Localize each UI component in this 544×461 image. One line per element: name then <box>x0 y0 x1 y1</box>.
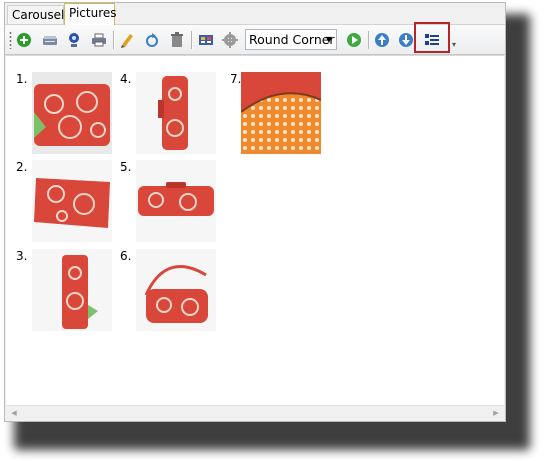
picture-thumbnail[interactable] <box>136 72 216 154</box>
pictures-panel: Carousel Pictures Round Corner ▼ ▾ 1. 2.… <box>4 2 506 422</box>
tab-pictures[interactable]: Pictures <box>64 3 117 25</box>
tab-bar: Carousel Pictures <box>5 3 505 25</box>
edit-icon[interactable] <box>117 30 137 50</box>
picture-number: 6. <box>120 249 132 263</box>
picture-thumbnail[interactable] <box>136 249 216 331</box>
picture-number: 4. <box>120 72 132 86</box>
delete-icon[interactable] <box>167 30 187 50</box>
pictures-grid: 1. 2. 3. 4. 5. 6. 7. <box>6 55 504 406</box>
picture-number: 3. <box>16 249 28 263</box>
picture-item[interactable]: 6. <box>120 249 220 333</box>
picture-item[interactable]: 4. <box>120 72 220 156</box>
scroll-right-icon[interactable]: ▶ <box>491 408 501 418</box>
picture-number: 1. <box>16 72 28 86</box>
frame-icon[interactable] <box>196 30 216 50</box>
play-icon[interactable] <box>344 30 364 50</box>
picture-number: 5. <box>120 160 132 174</box>
webcam-icon[interactable] <box>64 30 84 50</box>
picture-thumbnail[interactable] <box>32 249 112 331</box>
picture-item[interactable]: 1. <box>16 72 116 156</box>
picture-item[interactable]: 5. <box>120 160 220 244</box>
picture-thumbnail[interactable] <box>136 160 216 242</box>
toolbar-grip[interactable] <box>9 31 12 49</box>
toolbar-separator <box>191 31 192 49</box>
picture-number: 2. <box>16 160 28 174</box>
settings-icon[interactable] <box>220 30 240 50</box>
picture-thumbnail[interactable] <box>32 72 112 154</box>
picture-item[interactable]: 7. <box>230 72 330 156</box>
scroll-left-icon[interactable]: ◀ <box>9 408 19 418</box>
rotate-icon[interactable] <box>142 30 162 50</box>
picture-item[interactable]: 2. <box>16 160 116 244</box>
picture-item[interactable]: 3. <box>16 249 116 333</box>
tab-carousel[interactable]: Carousel <box>7 5 64 24</box>
picture-thumbnail[interactable] <box>32 160 112 242</box>
dropdown-arrow-icon: ▼ <box>325 35 333 44</box>
add-icon[interactable] <box>14 30 34 50</box>
move-down-icon[interactable] <box>396 30 416 50</box>
corner-style-select[interactable]: Round Corner ▼ <box>245 29 337 50</box>
picture-number: 7. <box>230 72 242 86</box>
horizontal-scrollbar[interactable]: ◀ ▶ <box>6 405 504 420</box>
move-up-icon[interactable] <box>372 30 392 50</box>
toolbar-separator <box>113 31 114 49</box>
toolbar-overflow-icon[interactable]: ▾ <box>452 40 460 49</box>
toolbar-separator <box>368 31 369 49</box>
scan-icon[interactable] <box>40 30 60 50</box>
corner-style-value: Round Corner <box>249 32 335 47</box>
print-icon[interactable] <box>89 30 109 50</box>
highlight-box <box>414 22 450 53</box>
picture-thumbnail[interactable] <box>241 72 321 154</box>
